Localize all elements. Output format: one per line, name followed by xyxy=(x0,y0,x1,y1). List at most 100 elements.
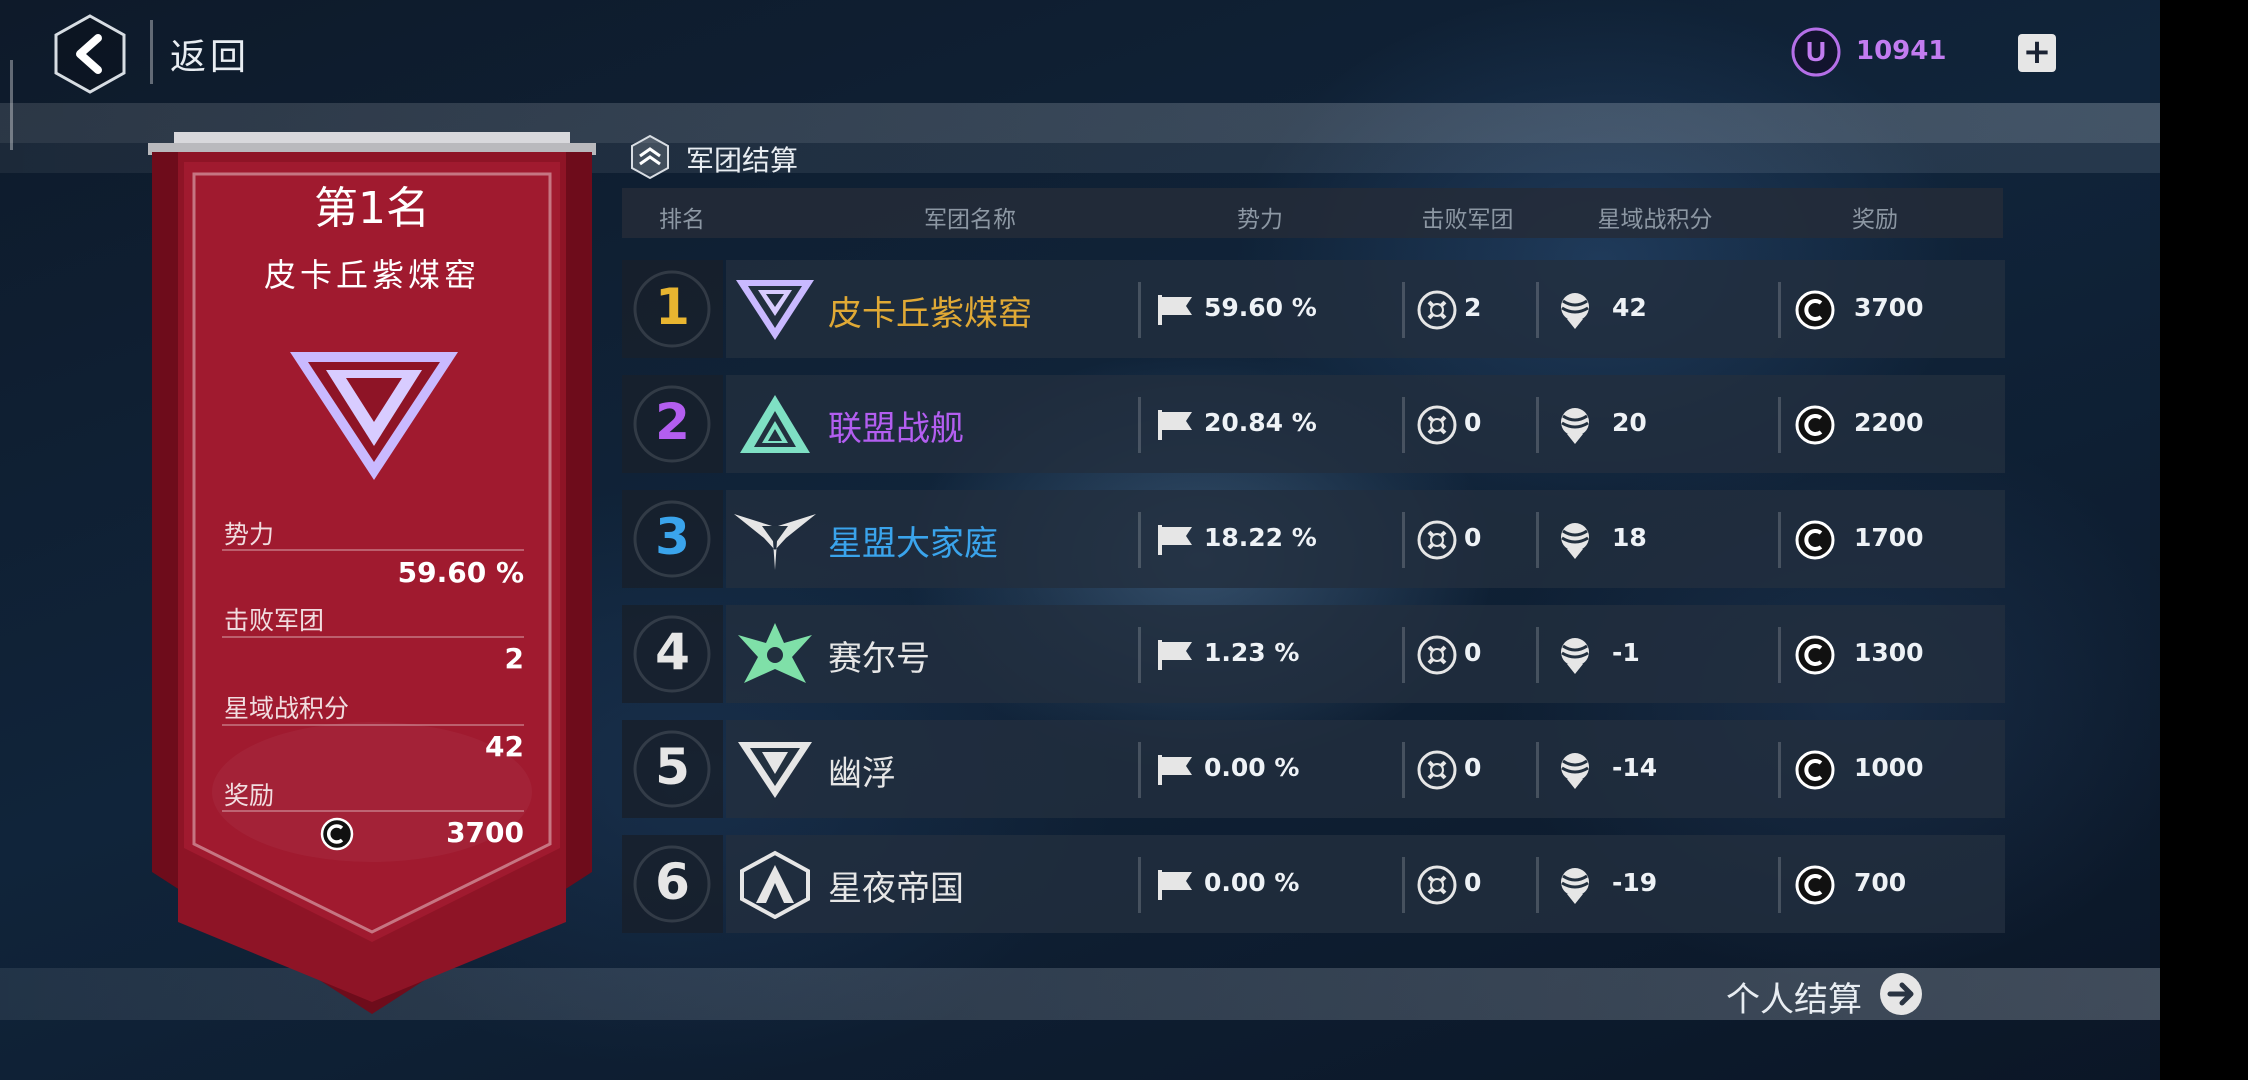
defeated-value: 0 xyxy=(1464,408,1482,437)
defeated-value: 0 xyxy=(1464,523,1482,552)
column-divider xyxy=(1402,857,1405,913)
score-value: -14 xyxy=(1612,753,1658,782)
guild-emblem-icon xyxy=(740,850,810,919)
rank-number: 2 xyxy=(655,393,690,451)
column-divider xyxy=(1402,512,1405,568)
u-coin-icon: U xyxy=(1791,27,1841,77)
column-divider xyxy=(1138,397,1141,453)
power-value: 59.60 % xyxy=(1204,293,1317,322)
banner-stat-value-defeated: 2 xyxy=(504,642,524,675)
planet-medal-icon xyxy=(1554,634,1596,676)
flag-icon xyxy=(1154,289,1196,331)
power-value: 0.00 % xyxy=(1204,868,1300,897)
currency-value: 10941 xyxy=(1856,36,1947,66)
banner-stat-value-reward: 3700 xyxy=(446,816,524,849)
guild-name: 星盟大家庭 xyxy=(828,524,998,564)
column-divider xyxy=(1138,857,1141,913)
planet-medal-icon xyxy=(1554,404,1596,446)
column-divider xyxy=(1402,627,1405,683)
table-row: 6 星夜帝国 0.00 % 0 -19 700 xyxy=(622,835,2005,933)
table-row: 3 星盟大家庭 18.22 % 0 18 1700 xyxy=(622,490,2005,588)
crossed-swords-icon xyxy=(1416,864,1458,906)
crossed-swords-icon xyxy=(1416,289,1458,331)
column-divider xyxy=(1402,742,1405,798)
reward-value: 2200 xyxy=(1854,408,1924,437)
rank-cell: 3 xyxy=(622,490,723,588)
column-divider xyxy=(1138,742,1141,798)
rank-number: 4 xyxy=(655,623,690,681)
rank-cell: 4 xyxy=(622,605,723,703)
back-arrow-icon xyxy=(54,14,126,94)
power-value: 1.23 % xyxy=(1204,638,1300,667)
back-separator xyxy=(150,20,153,84)
guild-emblem-icon xyxy=(290,352,458,480)
flag-icon xyxy=(1154,749,1196,791)
banner-stat-label-power: 势力 xyxy=(224,520,275,549)
score-value: 18 xyxy=(1612,523,1647,552)
table-row: 2 联盟战舰 20.84 % 0 20 2200 xyxy=(622,375,2005,473)
banner-guild-name: 皮卡丘紫煤窑 xyxy=(263,256,480,294)
guild-name: 幽浮 xyxy=(828,754,896,794)
column-divider xyxy=(1778,397,1781,453)
reward-value: 3700 xyxy=(1854,293,1924,322)
column-divider xyxy=(1536,397,1539,453)
guild-name: 星夜帝国 xyxy=(828,869,964,909)
column-header-reward: 奖励 xyxy=(1852,207,1898,233)
guild-emblem-icon xyxy=(740,395,810,453)
rank-cell: 5 xyxy=(622,720,723,818)
column-divider xyxy=(1778,512,1781,568)
back-label[interactable]: 返回 xyxy=(170,28,250,80)
arrow-right-circle-icon[interactable] xyxy=(1878,971,1924,1017)
column-divider xyxy=(1402,397,1405,453)
score-value: 42 xyxy=(1612,293,1647,322)
plus-icon: + xyxy=(2022,32,2052,72)
reward-coin-icon xyxy=(1794,404,1836,446)
column-divider xyxy=(1778,742,1781,798)
reward-value: 1000 xyxy=(1854,753,1924,782)
column-header-rank: 排名 xyxy=(659,207,705,233)
column-divider xyxy=(1536,627,1539,683)
rank-number: 3 xyxy=(655,508,690,566)
column-divider xyxy=(1138,627,1141,683)
right-blank-area xyxy=(2160,0,2248,1080)
reward-coin-icon xyxy=(1794,749,1836,791)
table-row: 5 幽浮 0.00 % 0 -14 1000 xyxy=(622,720,2005,818)
reward-coin-icon xyxy=(1794,289,1836,331)
guild-emblem-icon xyxy=(738,623,812,683)
banner-divider xyxy=(222,724,524,726)
reward-value: 1300 xyxy=(1854,638,1924,667)
power-value: 18.22 % xyxy=(1204,523,1317,552)
table-row: 1 皮卡丘紫煤窑 59.60 % 2 42 3700 xyxy=(622,260,2005,358)
banner-divider xyxy=(222,810,524,812)
reward-coin-icon xyxy=(1794,864,1836,906)
power-value: 20.84 % xyxy=(1204,408,1317,437)
banner-stat-label-defeated: 击败军团 xyxy=(224,606,325,635)
reward-coin-icon xyxy=(1794,634,1836,676)
back-button[interactable] xyxy=(52,14,128,94)
guild-emblem-icon xyxy=(738,742,812,798)
guild-emblem-icon xyxy=(736,280,814,340)
reward-value: 1700 xyxy=(1854,523,1924,552)
banner-rank-title: 第1名 xyxy=(314,183,430,234)
score-value: -19 xyxy=(1612,868,1658,897)
score-value: 20 xyxy=(1612,408,1647,437)
section-chevron-icon xyxy=(631,134,669,180)
flag-icon xyxy=(1154,404,1196,446)
personal-settlement-link[interactable]: 个人结算 xyxy=(1726,972,1862,1021)
banner-stat-value-power: 59.60 % xyxy=(397,556,524,589)
add-currency-button[interactable]: + xyxy=(2018,34,2056,72)
section-title: 军团结算 xyxy=(686,144,799,177)
column-divider xyxy=(1778,857,1781,913)
svg-text:U: U xyxy=(1806,36,1826,67)
flag-icon xyxy=(1154,864,1196,906)
column-divider xyxy=(1536,282,1539,338)
planet-medal-icon xyxy=(1554,519,1596,561)
guild-name: 赛尔号 xyxy=(828,639,930,679)
guild-name: 皮卡丘紫煤窑 xyxy=(828,294,1032,334)
banner-stat-label-score: 星域战积分 xyxy=(224,694,350,723)
defeated-value: 0 xyxy=(1464,753,1482,782)
reward-coin-icon xyxy=(1794,519,1836,561)
column-divider xyxy=(1778,627,1781,683)
banner-stat-value-score: 42 xyxy=(485,730,524,763)
defeated-value: 2 xyxy=(1464,293,1482,322)
